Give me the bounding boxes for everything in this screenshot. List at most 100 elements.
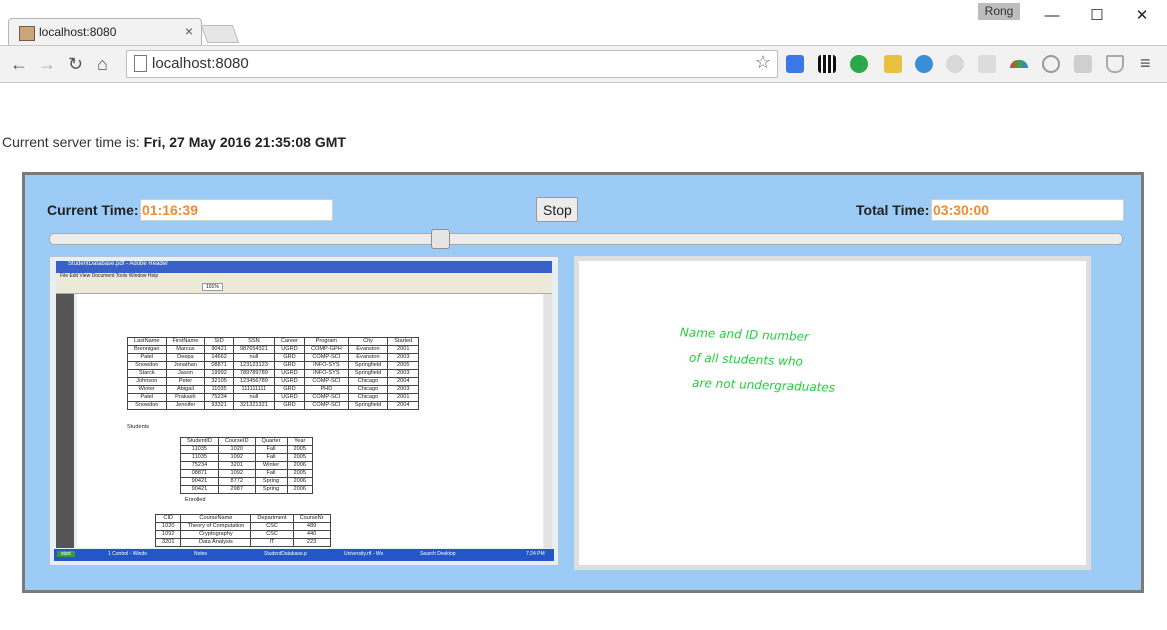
enrolled-header-cell: StudentID: [180, 437, 219, 446]
rainbow-extension-icon[interactable]: [1010, 60, 1028, 68]
students-row: Patel Prakash 75234 null UGRD COMP-SCI Chicago…: [127, 393, 420, 402]
progress-slider-thumb[interactable]: [431, 229, 451, 249]
enrolled-cell: 1092: [217, 469, 256, 478]
students-cell: Deepa: [165, 353, 206, 362]
enrolled-row: 08871 1092 Fall 2005: [180, 469, 313, 478]
students-cell: Snowdon: [127, 361, 167, 370]
current-time-label: Current Time:: [47, 202, 139, 218]
note-line: are not undergraduates: [691, 375, 836, 395]
courses-header-cell: CID: [154, 514, 182, 523]
address-bar[interactable]: localhost:8080 ☆: [126, 50, 778, 78]
students-cell: 75234: [204, 393, 234, 402]
enrolled-header-cell: Year: [286, 437, 313, 446]
enrolled-cell: 2006: [286, 477, 313, 486]
courses-table: CID CourseName Department CourseNr 1020 Theo…: [154, 514, 331, 547]
url-text[interactable]: localhost:8080: [152, 55, 249, 72]
students-cell: Evanston: [347, 345, 389, 354]
students-cell: Starck: [127, 369, 167, 378]
back-icon[interactable]: ←: [10, 54, 28, 75]
students-cell: Prakash: [165, 393, 206, 402]
students-cell: 08871: [204, 361, 234, 370]
courses-cell: 223: [292, 538, 331, 547]
students-cell: null: [232, 353, 275, 362]
adobe-toolbar: 101%: [56, 281, 552, 294]
students-row: Starck Jason 19992 789789789 UGRD INFO-SYS Spr…: [127, 369, 420, 378]
enrolled-row: 90421 8772 Spring 2006: [180, 477, 313, 486]
forward-icon[interactable]: →: [38, 54, 56, 75]
close-window-button[interactable]: ✕: [1132, 6, 1152, 26]
enrolled-cell: 08871: [180, 469, 219, 478]
shield-extension-icon[interactable]: [1106, 55, 1124, 73]
enrolled-cell: 2005: [286, 469, 313, 478]
tab-close-icon[interactable]: ×: [185, 23, 193, 39]
enrolled-cell: 2987: [217, 485, 256, 494]
checkmark-extension-icon[interactable]: [884, 55, 902, 73]
taskbar-item: 1 Control - Windo: [108, 551, 147, 557]
menu-icon[interactable]: ≡: [1140, 53, 1151, 74]
students-cell: COMP-GPH: [303, 345, 349, 354]
courses-cell: Theory of Computation: [180, 522, 252, 531]
enrolled-cell: 1092: [217, 453, 256, 462]
students-cell: Jonathan: [165, 361, 206, 370]
students-cell: INFO-SYS: [303, 361, 349, 370]
students-cell: Chicago: [347, 393, 389, 402]
students-cell: Springfield: [347, 369, 389, 378]
gear-extension-icon[interactable]: [978, 55, 996, 73]
students-cell: 2004: [387, 401, 420, 410]
playback-panel: Current Time: 01:16:39 Stop Total Time: …: [22, 172, 1144, 593]
home-icon[interactable]: ⌂: [97, 54, 108, 75]
courses-header-cell: Department: [250, 514, 294, 523]
progress-slider-track[interactable]: [49, 233, 1123, 245]
adobe-scrollbar: [544, 294, 552, 548]
compass-extension-icon[interactable]: [1042, 55, 1060, 73]
enrolled-cell: Fall: [254, 469, 288, 478]
new-tab-button[interactable]: [200, 25, 240, 43]
courses-cell: CSC: [250, 522, 294, 531]
profile-user-badge[interactable]: Rong: [978, 3, 1020, 20]
cube-extension-icon[interactable]: [1074, 55, 1092, 73]
students-row: Brennigan Marcus 90421 987654321 UGRD COMP-GP…: [127, 345, 420, 354]
students-cell: 93321: [204, 401, 234, 410]
reload-icon[interactable]: ↻: [68, 54, 83, 75]
enrolled-cell: 75234: [180, 461, 219, 470]
students-cell: COMP-SCI: [303, 401, 349, 410]
bookmark-star-icon[interactable]: ☆: [755, 52, 771, 73]
students-cell: GRD: [273, 353, 305, 362]
enrolled-row: 11035 1020 Fall 2005: [180, 445, 313, 454]
leaf-extension-icon[interactable]: [946, 55, 964, 73]
globe-extension-icon[interactable]: [915, 55, 933, 73]
students-cell: Winter: [127, 385, 167, 394]
translate-extension-icon[interactable]: [786, 55, 804, 73]
adobe-window-title: StudentDatabase.pdf - Adobe Reader: [68, 261, 169, 267]
enrolled-cell: 1020: [217, 445, 256, 454]
adobe-side-panel: [56, 294, 74, 548]
students-cell: UGRD: [273, 345, 305, 354]
browser-tab[interactable]: localhost:8080 ×: [8, 18, 202, 46]
courses-cell: IT: [250, 538, 294, 547]
students-cell: 14662: [204, 353, 234, 362]
students-row: Winter Abigail 11035 111111111 GRD PHD Chicago…: [127, 385, 420, 394]
green-extension-icon[interactable]: [850, 55, 868, 73]
stop-button[interactable]: Stop: [536, 197, 578, 222]
enrolled-cell: 11035: [180, 445, 219, 454]
tab-favicon-icon: [19, 26, 35, 41]
minimize-button[interactable]: —: [1042, 6, 1062, 26]
students-cell: 2005: [387, 361, 420, 370]
qr-code-extension-icon[interactable]: [818, 55, 836, 73]
students-header-cell: LastName: [127, 337, 167, 346]
title-bar: localhost:8080 × Rong — ☐ ✕: [0, 0, 1167, 46]
students-cell: UGRD: [273, 377, 305, 386]
students-cell: Patel: [127, 393, 167, 402]
whiteboard-canvas[interactable]: Name and ID number of all students who a…: [574, 256, 1091, 570]
enrolled-cell: 8772: [217, 477, 256, 486]
students-cell: 32105: [204, 377, 234, 386]
enrolled-row: 90421 2987 Spring 2006: [180, 485, 313, 494]
students-cell: GRD: [273, 361, 305, 370]
courses-cell: 1092: [154, 530, 182, 539]
taskbar-item: Search Desktop: [420, 551, 456, 557]
server-time-label: Current server time is:: [2, 134, 144, 150]
maximize-button[interactable]: ☐: [1087, 6, 1107, 26]
courses-cell: Data Analysis: [180, 538, 252, 547]
taskbar-item: StudentDatabase.p: [264, 551, 307, 557]
students-cell: 2003: [387, 369, 420, 378]
